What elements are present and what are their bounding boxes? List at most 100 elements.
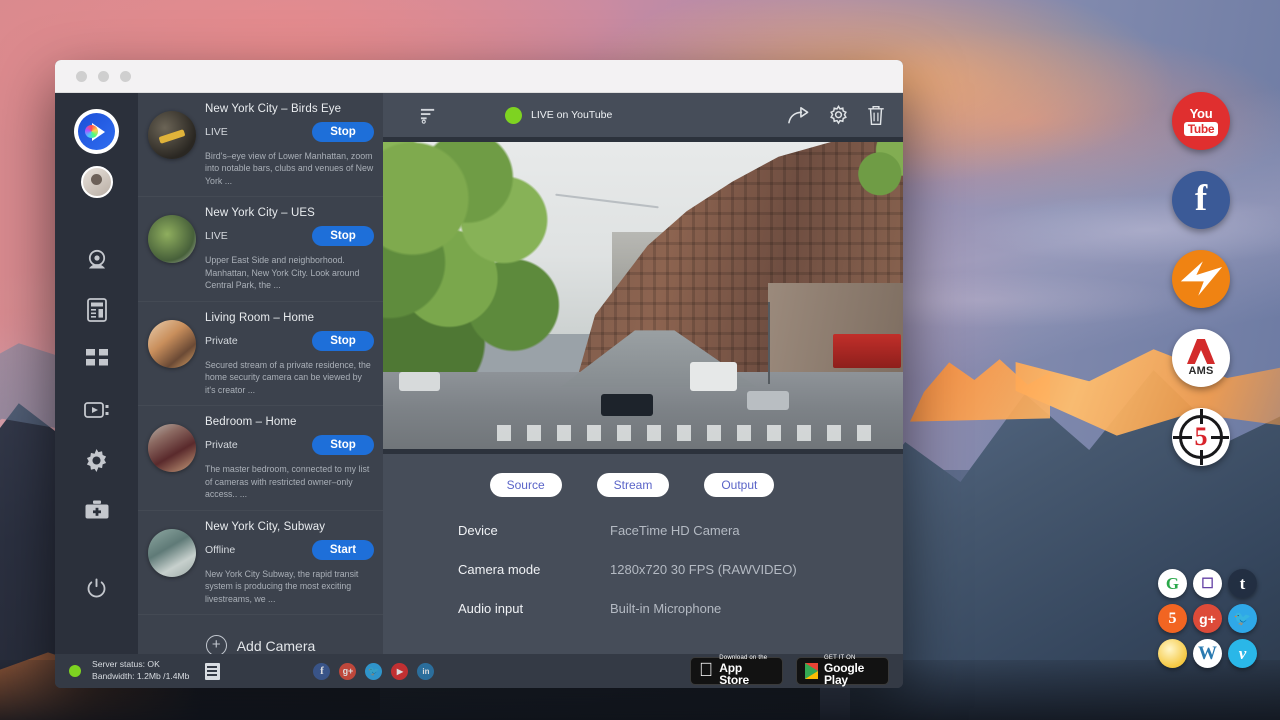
- list-item[interactable]: New York City – UES LIVE Stop Upper East…: [138, 197, 383, 301]
- plus-circle-icon: +: [206, 635, 227, 654]
- store-badges:  Download on the App Store GET IT ON Go…: [690, 657, 889, 685]
- add-camera-label: Add Camera: [237, 638, 316, 654]
- apple-logo-icon: : [699, 661, 713, 680]
- camera-action-button[interactable]: Stop: [312, 331, 374, 351]
- dock-grabyo-icon[interactable]: G: [1158, 569, 1187, 598]
- camera-action-button[interactable]: Start: [312, 540, 374, 560]
- tablet-icon: [87, 298, 107, 322]
- camera-thumbnail: [148, 529, 196, 577]
- sidebar-item-power[interactable]: [75, 566, 119, 610]
- list-item[interactable]: Bedroom – Home Private Stop The master b…: [138, 406, 383, 510]
- sidebar-item-cameras[interactable]: [75, 238, 119, 282]
- server-status-dot: [69, 665, 81, 677]
- camera-list-panel: New York City – Birds Eye LIVE Stop Bird…: [138, 93, 383, 654]
- dock-vimeo-icon[interactable]: v: [1228, 639, 1257, 668]
- window-titlebar[interactable]: [55, 60, 903, 93]
- detail-key: Camera mode: [458, 562, 610, 577]
- camera-state: LIVE: [205, 126, 228, 138]
- gear-icon: [85, 449, 108, 472]
- dock-adobe-ams-icon[interactable]: AMS: [1172, 329, 1230, 387]
- tab-output[interactable]: Output: [704, 473, 774, 497]
- youtube-icon[interactable]: ▶: [391, 663, 408, 680]
- window-body: New York City – Birds Eye LIVE Stop Bird…: [55, 93, 903, 654]
- user-avatar[interactable]: [81, 166, 113, 198]
- dock-wirecast-icon[interactable]: [1172, 250, 1230, 308]
- dock-tumblr-icon[interactable]: t: [1228, 569, 1257, 598]
- camera-action-button[interactable]: Stop: [312, 435, 374, 455]
- bandwidth-label: Bandwidth: 1.2Mb /1.4Mb: [92, 671, 189, 683]
- lightning-bolt-icon: [1178, 259, 1224, 299]
- dock-google-plus-icon[interactable]: g+: [1193, 604, 1222, 633]
- camera-thumbnail: [148, 424, 196, 472]
- app-logo[interactable]: [74, 109, 119, 154]
- live-status-dot: [505, 107, 522, 124]
- preview-car: [747, 391, 789, 410]
- camera-title: New York City, Subway: [205, 521, 374, 533]
- camera-thumbnail: [148, 320, 196, 368]
- sidebar-item-video[interactable]: [75, 388, 119, 432]
- sidebar-item-settings[interactable]: [75, 438, 119, 482]
- camera-state: Private: [205, 335, 238, 347]
- app-store-line2: App Store: [719, 662, 774, 687]
- share-icon[interactable]: [787, 105, 810, 125]
- first-aid-kit-icon: [85, 500, 109, 520]
- camera-title: Living Room – Home: [205, 312, 374, 324]
- camera-action-button[interactable]: Stop: [312, 226, 374, 246]
- detail-row-device: Device FaceTime HD Camera: [458, 523, 903, 538]
- sidebar-item-device[interactable]: [75, 288, 119, 332]
- tab-stream[interactable]: Stream: [597, 473, 670, 497]
- twitter-icon[interactable]: 🐦: [365, 663, 382, 680]
- adobe-a-icon: [1187, 339, 1215, 364]
- list-item[interactable]: New York City – Birds Eye LIVE Stop Bird…: [138, 93, 383, 197]
- camera-state: Offline: [205, 544, 235, 556]
- sidebar-item-grid[interactable]: [75, 338, 119, 382]
- video-preview[interactable]: [383, 137, 903, 454]
- tab-source[interactable]: Source: [490, 473, 562, 497]
- camera-thumbnail: [148, 111, 196, 159]
- camera-description: The master bedroom, connected to my list…: [205, 463, 374, 500]
- preview-car: [399, 372, 441, 391]
- camera-list-scroll[interactable]: New York City – Birds Eye LIVE Stop Bird…: [138, 93, 383, 654]
- live-status-label: LIVE on YouTube: [531, 109, 612, 121]
- close-button[interactable]: [76, 71, 87, 82]
- dock-youtube-line1: You: [1184, 107, 1219, 120]
- settings-tabs: Source Stream Output: [383, 473, 903, 497]
- linkedin-icon[interactable]: in: [417, 663, 434, 680]
- google-plus-icon[interactable]: g+: [339, 663, 356, 680]
- minimize-button[interactable]: [98, 71, 109, 82]
- main-toolbar: LIVE on YouTube: [383, 93, 903, 137]
- detail-value[interactable]: 1280x720 30 FPS (RAWVIDEO): [610, 562, 797, 577]
- preview-traffic-pole: [768, 302, 770, 384]
- social-links: f g+ 🐦 ▶ in: [313, 663, 434, 680]
- camera-action-button[interactable]: Stop: [312, 122, 374, 142]
- google-play-badge[interactable]: GET IT ON Google Play: [796, 657, 889, 685]
- list-item[interactable]: New York City, Subway Offline Start New …: [138, 511, 383, 615]
- gear-icon[interactable]: [828, 105, 849, 126]
- camera-description: Bird's–eye view of Lower Manhattan, zoom…: [205, 150, 374, 187]
- dock-twitter-icon[interactable]: 🐦: [1228, 604, 1257, 633]
- dock-youtube-icon[interactable]: You Tube: [1172, 92, 1230, 150]
- dock-wordpress-icon[interactable]: W: [1193, 639, 1222, 668]
- camera-title: New York City – UES: [205, 207, 374, 219]
- dock-periscope-icon[interactable]: [1158, 639, 1187, 668]
- maximize-button[interactable]: [120, 71, 131, 82]
- preview-letterbox-top: [383, 137, 903, 142]
- facebook-icon[interactable]: f: [313, 663, 330, 680]
- dock-twitch-icon[interactable]: ☐: [1193, 569, 1222, 598]
- app-store-badge[interactable]:  Download on the App Store: [690, 657, 783, 685]
- camera-description: Secured stream of a private residence, t…: [205, 359, 374, 396]
- dock-target5-icon[interactable]: 5: [1172, 408, 1230, 466]
- detail-row-audio-input: Audio input Built-in Microphone: [458, 601, 903, 616]
- list-item[interactable]: Living Room – Home Private Stop Secured …: [138, 302, 383, 406]
- crosshair-icon: 5: [1179, 415, 1223, 459]
- trash-icon[interactable]: [867, 105, 885, 126]
- sidebar-item-toolkit[interactable]: [75, 488, 119, 532]
- detail-value[interactable]: FaceTime HD Camera: [610, 523, 740, 538]
- document-icon[interactable]: [205, 663, 220, 680]
- dock-facebook-icon[interactable]: f: [1172, 171, 1230, 229]
- add-camera-button[interactable]: + Add Camera: [138, 615, 383, 654]
- sort-icon[interactable]: [420, 107, 437, 124]
- preview-letterbox-bottom: [383, 449, 903, 454]
- detail-value[interactable]: Built-in Microphone: [610, 601, 721, 616]
- dock-ustream-icon[interactable]: 5: [1158, 604, 1187, 633]
